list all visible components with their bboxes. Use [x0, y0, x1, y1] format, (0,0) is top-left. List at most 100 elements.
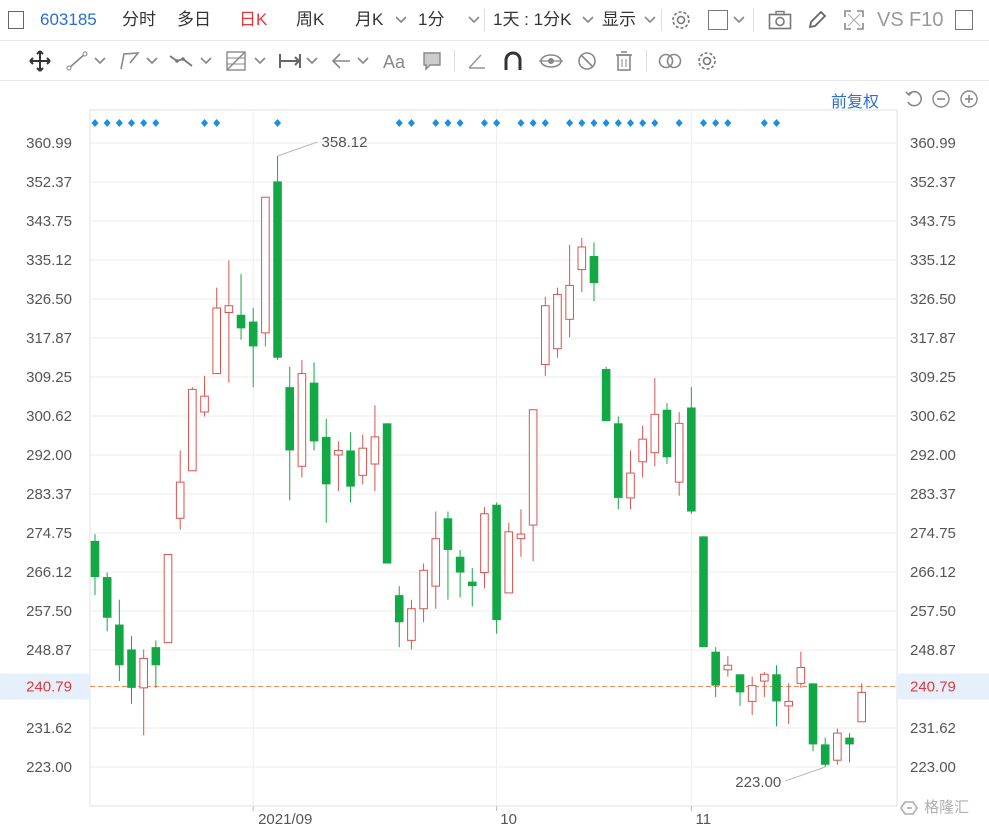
y-tick-label-left: 274.75	[26, 525, 72, 542]
y-tick-label-left: 343.75	[26, 213, 72, 230]
tab-weekly-k[interactable]: 周K	[296, 0, 324, 40]
candle-down	[443, 511, 453, 600]
watermark-text: 格隆汇	[924, 799, 970, 816]
adjust-mode-button[interactable]: 前复权	[831, 88, 879, 112]
event-marker	[432, 119, 440, 127]
chevron-down-icon[interactable]	[200, 56, 212, 66]
event-marker	[700, 119, 707, 127]
event-marker	[639, 119, 647, 127]
candle-up	[577, 237, 587, 293]
zoom-out-icon[interactable]	[931, 89, 951, 109]
candle-body	[723, 664, 733, 671]
y-tick-label-right: 326.50	[910, 291, 956, 308]
candle-body	[492, 504, 501, 621]
range-tool-icon[interactable]	[277, 51, 303, 71]
window-icon[interactable]	[955, 10, 973, 30]
chevron-down-icon[interactable]	[733, 15, 745, 25]
candle-body	[711, 651, 720, 686]
candle-body	[784, 700, 793, 707]
chevron-down-icon[interactable]	[644, 15, 656, 25]
event-marker	[614, 119, 622, 127]
candlestick-chart[interactable]: 360.99 360.99 352.37 352.37 343.75 343.75 335.…	[0, 0, 989, 826]
wave-tool-icon[interactable]	[168, 51, 196, 71]
y-tick-label-right: 223.00	[910, 759, 956, 776]
price-band-right	[897, 673, 989, 700]
display-menu[interactable]: 显示	[602, 0, 636, 40]
y-tick-label-right: 309.25	[910, 369, 956, 386]
chevron-down-icon[interactable]	[94, 56, 106, 66]
pen-icon[interactable]	[806, 9, 828, 31]
event-marker	[712, 119, 720, 127]
undo-icon[interactable]	[904, 89, 924, 109]
price-band-left	[0, 673, 90, 700]
fib-tool-icon[interactable]	[224, 49, 250, 73]
y-tick-label-left: 257.50	[26, 603, 72, 620]
tab-intraday[interactable]: 分时	[122, 0, 156, 40]
window-icon[interactable]	[8, 11, 24, 29]
polyline-tool-icon[interactable]	[118, 50, 142, 72]
square-icon[interactable]	[708, 10, 728, 30]
candle-up	[419, 563, 428, 623]
link-icon[interactable]	[657, 51, 683, 71]
candle-down	[102, 572, 112, 632]
trash-icon[interactable]	[614, 50, 634, 72]
candle-down	[394, 586, 404, 648]
chevron-down-icon[interactable]	[357, 56, 369, 66]
tab-daily-k[interactable]: 日K	[239, 0, 267, 40]
tab-monthly-k[interactable]: 月K	[355, 0, 383, 40]
candle-up	[504, 522, 514, 594]
separator	[753, 9, 754, 31]
y-tick-label-left: 326.50	[26, 291, 72, 308]
grid-layer	[89, 109, 898, 811]
candle-body	[151, 647, 161, 666]
candle-body	[601, 369, 611, 422]
chevron-down-icon[interactable]	[306, 56, 318, 66]
tab-1min[interactable]: 1分	[418, 0, 444, 40]
comment-icon[interactable]	[421, 50, 443, 72]
candle-down	[151, 640, 161, 688]
event-marker	[541, 119, 549, 127]
gear-icon[interactable]	[670, 9, 692, 31]
candle-up	[224, 260, 234, 383]
event-marker	[456, 119, 464, 127]
arrow-left-icon[interactable]	[330, 51, 352, 71]
event-markers	[91, 119, 781, 127]
event-marker	[395, 119, 403, 127]
event-marker	[140, 119, 148, 127]
y-tick-label-left: 231.62	[26, 720, 72, 737]
candle-body	[285, 387, 295, 451]
chevron-down-icon[interactable]	[146, 56, 158, 66]
candle-body	[857, 691, 867, 723]
zoom-in-icon[interactable]	[959, 89, 979, 109]
settings-icon[interactable]	[696, 50, 718, 72]
candle-up	[188, 387, 197, 472]
move-icon[interactable]	[28, 49, 52, 73]
candle-up	[200, 375, 209, 417]
period-select[interactable]: 1天 : 1分K	[493, 0, 571, 40]
camera-icon[interactable]	[768, 10, 792, 30]
top-toolbar: 603185 分时 多日 日K 周K 月K 1分 1天 : 1分K 显示 VS …	[0, 0, 989, 41]
y-tick-label-left: 317.87	[26, 330, 72, 347]
line-tool-icon[interactable]	[66, 51, 88, 71]
f10-button[interactable]: F10	[909, 0, 943, 40]
stock-code[interactable]: 603185	[40, 0, 97, 40]
vs-button[interactable]: VS	[877, 0, 904, 40]
candle-body	[224, 305, 234, 314]
chevron-down-icon[interactable]	[582, 15, 594, 25]
ruler-icon[interactable]	[466, 50, 488, 72]
candle-down	[115, 599, 124, 682]
lock-off-icon[interactable]	[576, 50, 598, 72]
tab-multiday[interactable]: 多日	[177, 0, 211, 40]
chevron-down-icon[interactable]	[468, 15, 480, 25]
candle-body	[674, 422, 684, 483]
candle-down	[346, 432, 355, 503]
candle-body	[346, 450, 355, 487]
magnet-icon[interactable]	[502, 49, 524, 73]
eye-off-icon[interactable]	[538, 50, 564, 72]
text-tool-icon[interactable]: Aa	[381, 49, 409, 73]
candle-body	[321, 436, 331, 485]
fullscreen-icon[interactable]	[843, 9, 865, 31]
chevron-down-icon[interactable]	[395, 15, 407, 25]
candle-body	[102, 577, 112, 618]
chevron-down-icon[interactable]	[254, 56, 266, 66]
